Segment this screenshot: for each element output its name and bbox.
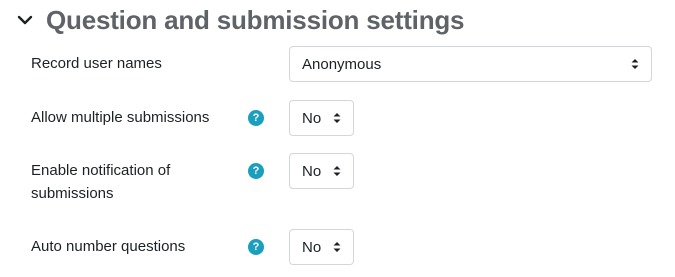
help-icon[interactable]: ? [248, 163, 264, 179]
chevron-down-icon[interactable] [14, 9, 36, 31]
allow-multiple-submissions-label: Allow multiple submissions [31, 109, 210, 126]
select-caret-icon [333, 113, 341, 123]
auto-number-questions-select[interactable]: No [289, 229, 354, 265]
record-user-names-row: Record user names Anonymous [0, 46, 675, 82]
auto-number-questions-value: No [302, 238, 322, 256]
allow-multiple-submissions-select[interactable]: No [289, 100, 354, 136]
allow-multiple-submissions-value: No [302, 109, 322, 127]
section-header[interactable]: Question and submission settings [14, 3, 465, 37]
auto-number-questions-row: Auto number questions ? No [0, 229, 675, 265]
enable-notification-select[interactable]: No [289, 153, 354, 189]
record-user-names-select[interactable]: Anonymous [289, 46, 652, 82]
enable-notification-row: Enable notification of submissions ? No [0, 153, 675, 202]
help-icon[interactable]: ? [248, 239, 264, 255]
auto-number-questions-label: Auto number questions [31, 238, 186, 255]
help-icon[interactable]: ? [248, 110, 264, 126]
section-title: Question and submission settings [46, 4, 465, 35]
select-caret-icon [631, 59, 639, 69]
enable-notification-label-line1: Enable notification of [31, 162, 171, 179]
select-caret-icon [333, 166, 341, 176]
record-user-names-value: Anonymous [302, 55, 382, 73]
allow-multiple-submissions-row: Allow multiple submissions ? No [0, 100, 675, 136]
select-caret-icon [333, 242, 341, 252]
enable-notification-label-line2: submissions [31, 185, 114, 202]
record-user-names-label: Record user names [31, 55, 162, 72]
enable-notification-value: No [302, 162, 322, 180]
